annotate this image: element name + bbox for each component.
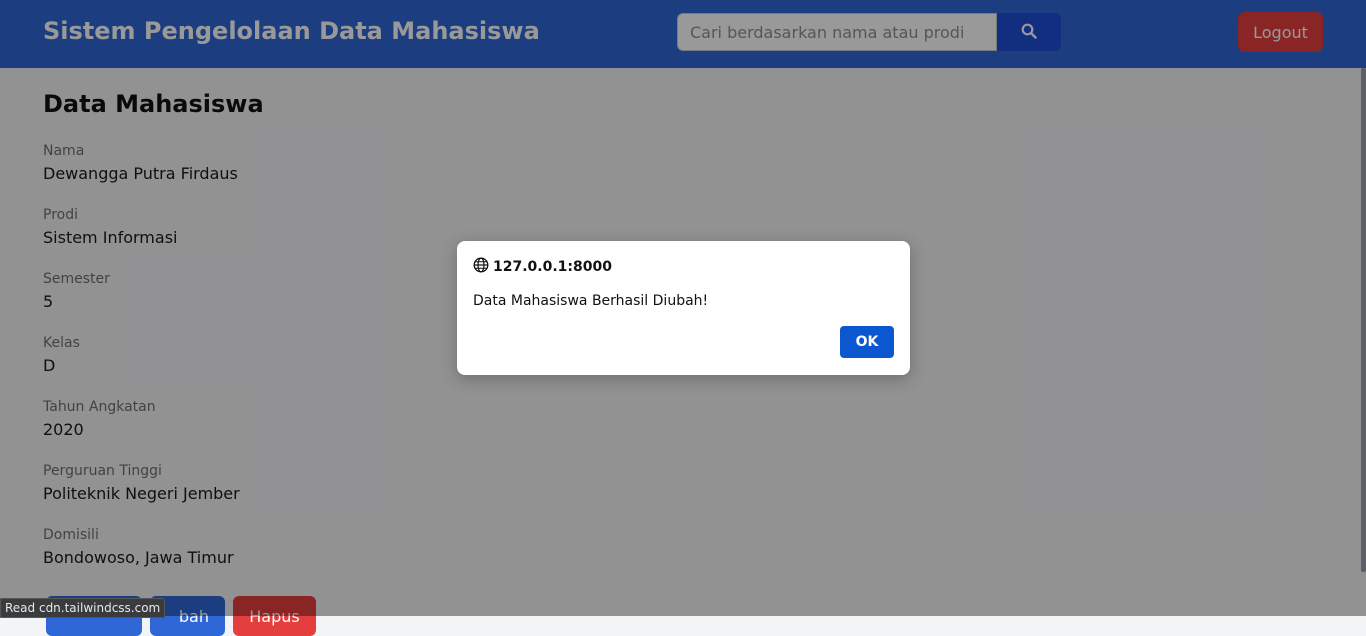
alert-dialog: 127.0.0.1:8000 Data Mahasiswa Berhasil D…	[457, 241, 910, 375]
dialog-message: Data Mahasiswa Berhasil Diubah!	[473, 293, 709, 309]
dialog-origin: 127.0.0.1:8000	[473, 257, 612, 277]
browser-status-bar: Read cdn.tailwindcss.com	[0, 598, 166, 618]
dialog-origin-text: 127.0.0.1:8000	[493, 259, 612, 275]
globe-icon	[473, 257, 493, 277]
scrollbar[interactable]	[1361, 68, 1366, 572]
ok-button[interactable]: OK	[840, 326, 894, 358]
